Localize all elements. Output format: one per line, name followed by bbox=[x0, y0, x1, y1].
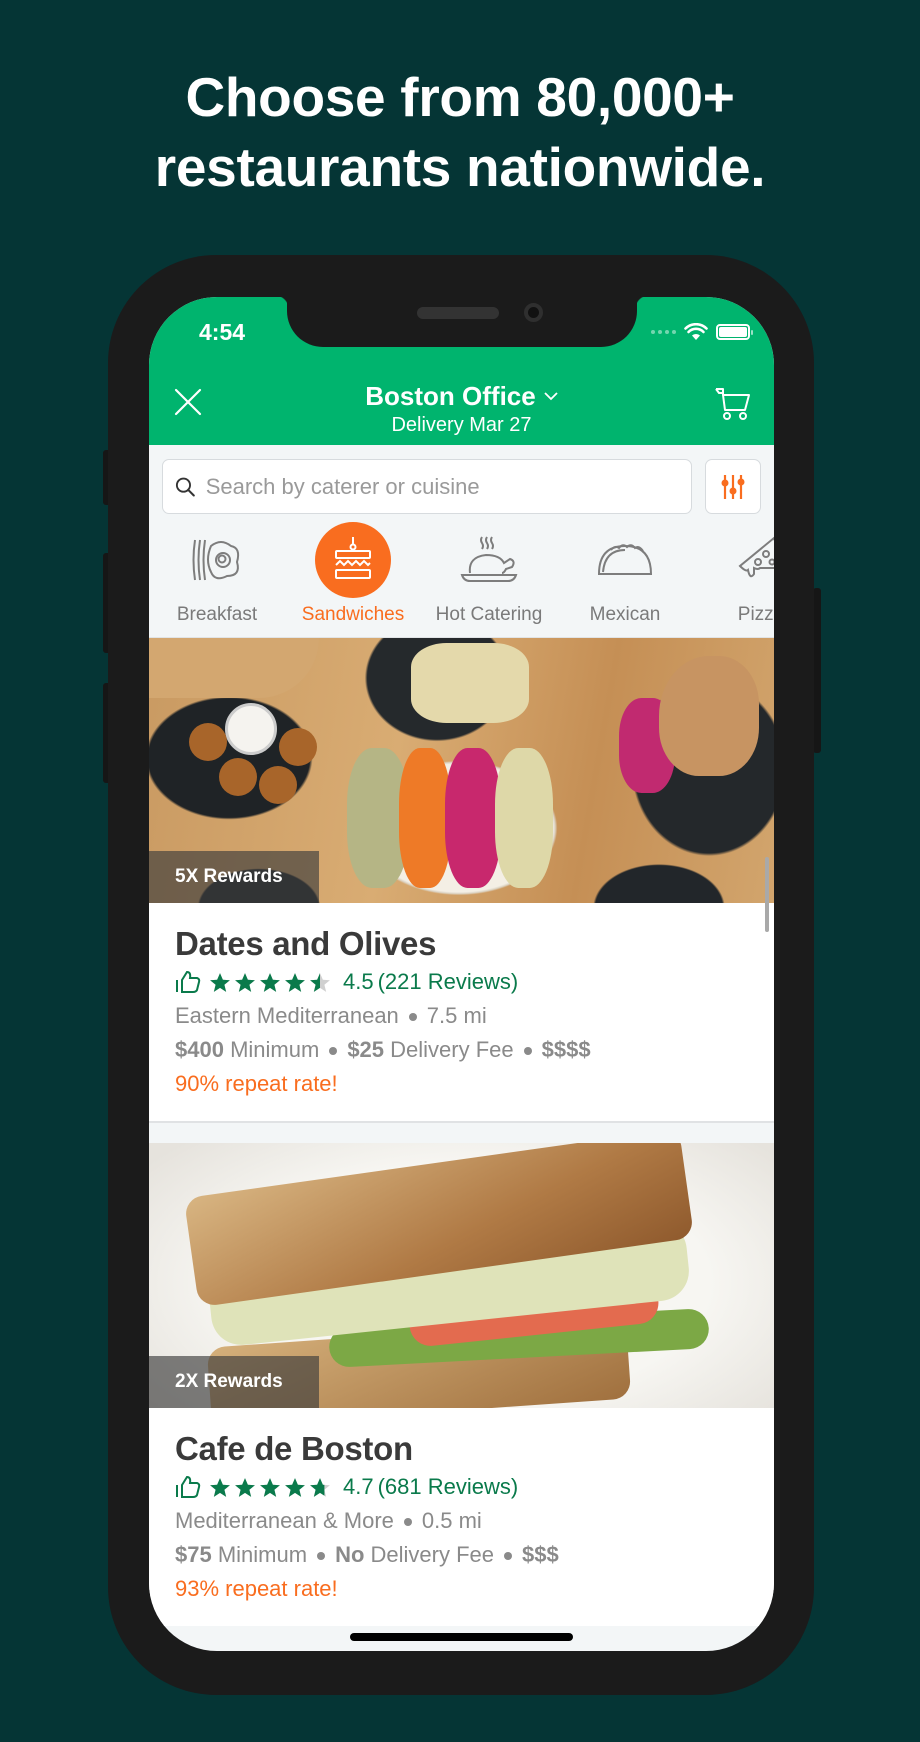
category-carousel: Breakfast Sandwiches Hot Catering Mexica… bbox=[149, 522, 774, 634]
promo-headline-line-1: Choose from 80,000+ bbox=[185, 66, 735, 128]
category-label: Breakfast bbox=[176, 604, 258, 625]
star-rating bbox=[209, 1477, 331, 1498]
restaurant-name: Dates and Olives bbox=[175, 925, 437, 962]
category-sandwiches[interactable]: Sandwiches bbox=[285, 522, 421, 634]
promo-headline: Choose from 80,000+ restaurants nationwi… bbox=[0, 62, 920, 202]
minimum-amount: $400 bbox=[175, 1037, 224, 1062]
status-time: 4:54 bbox=[199, 319, 246, 345]
thumbs-up-icon bbox=[176, 1475, 201, 1498]
star-icon bbox=[310, 972, 330, 992]
search-field[interactable] bbox=[162, 459, 692, 514]
delivery-fee-label: Delivery Fee bbox=[390, 1037, 514, 1062]
review-count[interactable]: (221 Reviews) bbox=[378, 969, 519, 995]
location-selector[interactable]: Boston Office Delivery Mar 27 bbox=[149, 381, 774, 437]
category-hot-catering[interactable]: Hot Catering bbox=[421, 522, 557, 634]
phone-power-button bbox=[813, 588, 821, 753]
rating-value: 4.5 bbox=[343, 969, 374, 994]
star-icon bbox=[285, 1477, 305, 1497]
minimum-amount: $75 bbox=[175, 1542, 212, 1567]
home-indicator[interactable] bbox=[350, 1633, 573, 1641]
star-icon bbox=[235, 972, 255, 992]
cuisine-distance: Mediterranean & More 0.5 mi bbox=[175, 1508, 748, 1534]
phone-camera bbox=[524, 303, 543, 322]
distance: 7.5 mi bbox=[426, 1003, 487, 1028]
category-label: Sandwiches bbox=[301, 604, 405, 625]
promo-headline-line-2: restaurants nationwide. bbox=[154, 136, 766, 198]
wifi-icon bbox=[684, 323, 708, 340]
delivery-fee-label: Delivery Fee bbox=[370, 1542, 495, 1567]
star-icon bbox=[210, 1477, 230, 1497]
search-row bbox=[162, 459, 761, 514]
status-icons bbox=[651, 323, 753, 341]
rating-row: 4.5 (221 Reviews) bbox=[175, 969, 748, 995]
star-rating bbox=[209, 972, 331, 993]
phone-screen: 4:54 Boston Office Delivery Mar 27 Searc… bbox=[149, 297, 774, 1651]
minimum-label: Minimum bbox=[230, 1037, 320, 1062]
star-icon bbox=[310, 1477, 330, 1497]
restaurant-name: Cafe de Boston bbox=[175, 1430, 413, 1467]
order-info: $75 Minimum No Delivery Fee $$$ bbox=[175, 1542, 748, 1568]
rewards-badge: 5X Rewards bbox=[149, 851, 319, 903]
restaurant-photo: 2X Rewards bbox=[149, 1143, 774, 1408]
scrollbar[interactable] bbox=[765, 857, 769, 932]
star-icon bbox=[260, 972, 280, 992]
delivery-date: Delivery Mar 27 bbox=[391, 414, 532, 436]
search-input[interactable] bbox=[205, 473, 691, 500]
sandwich-icon bbox=[315, 522, 391, 598]
taco-icon bbox=[587, 522, 663, 598]
category-label: Mexican bbox=[589, 604, 661, 625]
rewards-badge: 2X Rewards bbox=[149, 1356, 319, 1408]
cuisine: Eastern Mediterranean bbox=[175, 1003, 399, 1028]
review-count[interactable]: (681 Reviews) bbox=[378, 1474, 519, 1500]
cellular-signal-icon bbox=[651, 330, 676, 334]
repeat-rate: 93% repeat rate! bbox=[175, 1576, 338, 1601]
price-level: $$$ bbox=[522, 1542, 559, 1567]
restaurant-card[interactable]: 2X Rewards Cafe de Boston 4.7 (681 Revie… bbox=[149, 1143, 774, 1626]
cart-button[interactable] bbox=[714, 385, 752, 421]
rating-value: 4.7 bbox=[343, 1474, 374, 1499]
breakfast-icon bbox=[179, 522, 255, 598]
phone-speaker bbox=[417, 307, 499, 319]
repeat-rate: 90% repeat rate! bbox=[175, 1071, 338, 1096]
battery-icon bbox=[716, 324, 753, 340]
card-separator bbox=[149, 1121, 774, 1143]
category-breakfast[interactable]: Breakfast bbox=[149, 522, 285, 634]
star-icon bbox=[210, 972, 230, 992]
rating-row: 4.7 (681 Reviews) bbox=[175, 1474, 748, 1500]
star-icon bbox=[260, 1477, 280, 1497]
delivery-fee-amount: $25 bbox=[347, 1037, 385, 1062]
category-label: Hot Catering bbox=[435, 604, 543, 625]
category-pizza[interactable]: Pizza bbox=[693, 522, 774, 634]
category-label: Pizza bbox=[737, 604, 774, 625]
order-info: $400 Minimum $25 Delivery Fee $$$$ bbox=[175, 1037, 748, 1063]
location-title: Boston Office bbox=[365, 381, 536, 411]
pizza-icon bbox=[723, 522, 774, 598]
cuisine: Mediterranean & More bbox=[175, 1508, 394, 1533]
delivery-fee-amount: No bbox=[335, 1542, 365, 1567]
filter-button[interactable] bbox=[705, 459, 761, 514]
restaurant-card[interactable]: 5X Rewards Dates and Olives 4.5 (221 Rev… bbox=[149, 638, 774, 1121]
star-icon bbox=[235, 1477, 255, 1497]
distance: 0.5 mi bbox=[421, 1508, 482, 1533]
category-mexican[interactable]: Mexican bbox=[557, 522, 693, 634]
star-icon bbox=[285, 972, 305, 992]
cuisine-distance: Eastern Mediterranean 7.5 mi bbox=[175, 1003, 748, 1029]
hot-catering-icon bbox=[451, 522, 527, 598]
filter-sliders-icon bbox=[721, 474, 745, 499]
phone-notch bbox=[275, 297, 649, 347]
minimum-label: Minimum bbox=[217, 1542, 308, 1567]
thumbs-up-icon bbox=[176, 970, 201, 993]
restaurant-list: 5X Rewards Dates and Olives 4.5 (221 Rev… bbox=[149, 638, 774, 1626]
restaurant-photo: 5X Rewards bbox=[149, 638, 774, 903]
price-level: $$$$ bbox=[541, 1037, 591, 1062]
chevron-down-icon bbox=[544, 392, 558, 401]
search-icon bbox=[175, 477, 195, 496]
